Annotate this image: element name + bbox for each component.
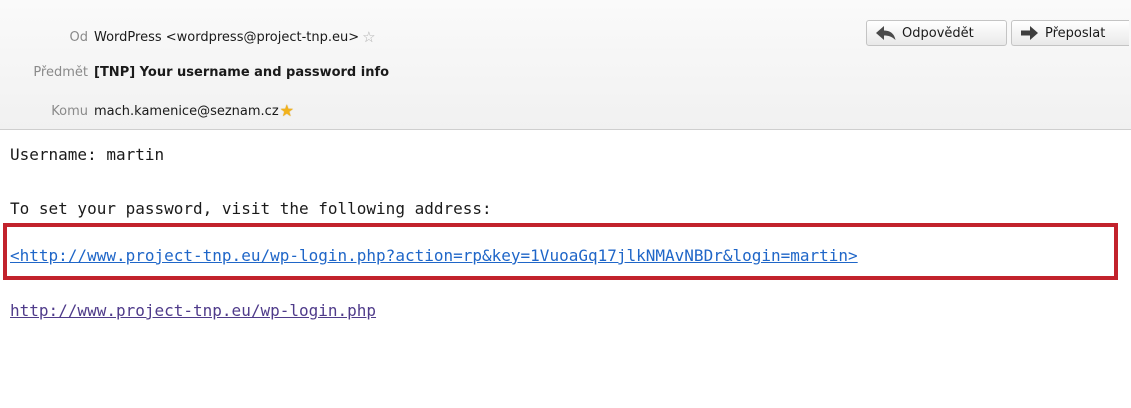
subject-row: Předmět [TNP] Your username and password…: [0, 59, 389, 85]
from-label: Od: [69, 29, 88, 45]
reply-button[interactable]: Odpovědět: [866, 20, 1007, 46]
from-address[interactable]: WordPress <wordpress@project-tnp.eu>: [94, 30, 359, 45]
from-row: Od WordPress <wordpress@project-tnp.eu> …: [0, 24, 376, 50]
login-link[interactable]: http://www.project-tnp.eu/wp-login.php: [10, 301, 376, 320]
to-row: Komu mach.kamenice@seznam.cz ★: [0, 98, 294, 124]
password-reset-link[interactable]: <http://www.project-tnp.eu/wp-login.php?…: [10, 246, 858, 265]
forward-label: Přeposlat: [1045, 25, 1106, 41]
forward-arrow-icon: [1021, 26, 1038, 40]
subject-text: [TNP] Your username and password info: [94, 64, 390, 80]
to-address[interactable]: mach.kamenice@seznam.cz: [94, 104, 279, 119]
reply-arrow-icon: [876, 26, 896, 40]
subject-label: Předmět: [33, 64, 88, 80]
forward-button[interactable]: Přeposlat: [1011, 20, 1129, 46]
star-outline-icon[interactable]: ☆: [362, 29, 375, 45]
reply-label: Odpovědět: [902, 25, 974, 41]
to-label: Komu: [51, 103, 88, 119]
star-filled-icon[interactable]: ★: [280, 103, 294, 119]
username-line: Username: martin: [10, 145, 165, 164]
message-header: Od WordPress <wordpress@project-tnp.eu> …: [0, 0, 1131, 130]
instruction-line: To set your password, visit the followin…: [10, 199, 492, 218]
